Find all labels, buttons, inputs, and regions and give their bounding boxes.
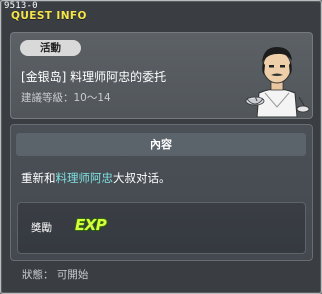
window-title: QUEST INFO: [11, 10, 87, 22]
quest-summary-panel: 活動 [金银岛] 料理师阿忠的委托 建議等級：10～14: [10, 32, 313, 119]
reward-label: 獎勵: [31, 222, 52, 234]
content-header: 內容: [16, 133, 306, 156]
quest-status: 狀態： 可開始: [22, 269, 89, 281]
npc-name-link: 料理师阿忠: [55, 171, 114, 185]
chef-npc-icon: [245, 47, 310, 117]
quest-description: 重新和料理师阿忠大叔对话。: [21, 170, 171, 186]
quest-info-window: 9513-0 QUEST INFO 活動 [金银岛] 料理师阿忠的委托 建議等級…: [0, 0, 322, 294]
quest-title: [金银岛] 料理师阿忠的委托: [21, 70, 167, 84]
quest-content-panel: 內容 重新和料理师阿忠大叔对话。 獎勵 EXP: [10, 124, 313, 261]
exp-reward-icon: EXP: [75, 216, 107, 234]
quest-type-badge: 活動: [20, 40, 81, 56]
desc-prefix: 重新和: [21, 171, 56, 185]
reward-box: 獎勵 EXP: [17, 202, 306, 254]
recommended-level: 建議等級：10～14: [21, 92, 111, 104]
desc-suffix: 大叔对话。: [113, 171, 171, 185]
